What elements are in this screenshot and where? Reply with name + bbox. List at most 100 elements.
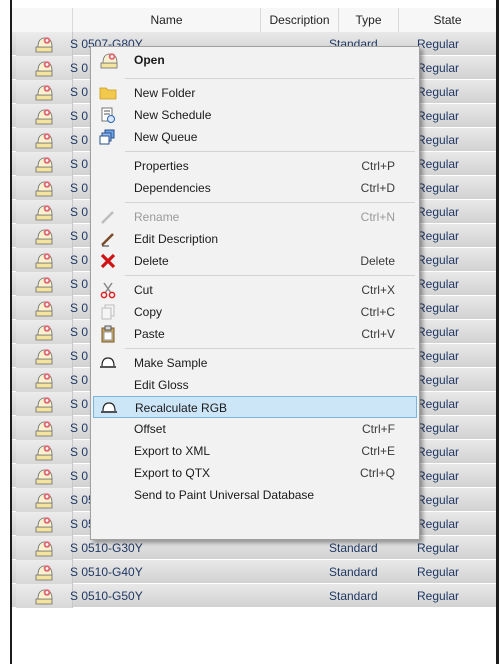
row-name: S 0 <box>70 109 89 123</box>
menu-item-export-to-xml[interactable]: Export to XML Ctrl+E <box>93 440 417 462</box>
row-state: Regular <box>417 493 460 507</box>
menu-item-copy[interactable]: Copy Ctrl+C <box>93 301 417 323</box>
row-icon-cell <box>16 392 73 416</box>
row-state: Regular <box>417 277 460 291</box>
table-row[interactable]: S 0510-G40Y Standard Regular <box>12 560 496 584</box>
menu-item-dependencies[interactable]: Dependencies Ctrl+D <box>93 177 417 199</box>
menu-item-label: Copy <box>134 305 163 319</box>
paste-icon <box>99 325 117 343</box>
menu-item-new-queue[interactable]: New Queue <box>93 126 417 148</box>
menu-item-label: Dependencies <box>134 181 211 195</box>
row-state: Regular <box>417 61 460 75</box>
color-sample-icon <box>35 541 53 557</box>
row-icon-cell <box>16 248 73 272</box>
menu-item-label: Offset <box>134 422 166 436</box>
header-state[interactable]: State <box>398 8 496 32</box>
header-name[interactable]: Name <box>72 8 260 32</box>
header-type[interactable]: Type <box>338 8 398 32</box>
row-name: S 0510-G40Y <box>70 565 143 579</box>
menu-item-label: Export to QTX <box>134 466 211 480</box>
row-icon-cell <box>16 464 73 488</box>
color-sample-icon <box>35 133 53 149</box>
menu-separator <box>125 151 415 152</box>
header-description[interactable]: Description <box>260 8 338 32</box>
color-sample-icon <box>35 85 53 101</box>
header-icon-column[interactable] <box>16 8 72 32</box>
row-state: Regular <box>417 589 460 603</box>
table-header: Name Description Type State <box>12 8 496 33</box>
menu-item-delete[interactable]: Delete Delete <box>93 250 417 272</box>
menu-item-shortcut: Ctrl+Q <box>359 466 395 480</box>
menu-item-new-schedule[interactable]: New Schedule <box>93 104 417 126</box>
menu-separator <box>125 348 415 349</box>
queue-icon <box>99 128 117 146</box>
menu-item-rename[interactable]: Rename Ctrl+N <box>93 206 417 228</box>
row-icon-cell <box>16 344 73 368</box>
row-state: Regular <box>417 205 460 219</box>
pencil-gray-icon <box>99 208 117 226</box>
color-sample-icon <box>35 301 53 317</box>
row-state: Regular <box>417 181 460 195</box>
menu-item-label: Paste <box>134 327 165 341</box>
menu-item-export-to-qtx[interactable]: Export to QTX Ctrl+Q <box>93 462 417 484</box>
row-state: Regular <box>417 109 460 123</box>
menu-item-make-sample[interactable]: Make Sample <box>93 352 417 374</box>
menu-item-cut[interactable]: Cut Ctrl+X <box>93 279 417 301</box>
row-icon-cell <box>16 176 73 200</box>
color-sample-icon <box>35 493 53 509</box>
menu-separator <box>125 202 415 203</box>
row-state: Regular <box>417 565 460 579</box>
color-sample-icon <box>35 421 53 437</box>
menu-item-recalculate-rgb[interactable]: Recalculate RGB <box>93 396 417 418</box>
color-sample-icon <box>35 109 53 125</box>
menu-item-edit-description[interactable]: Edit Description <box>93 228 417 250</box>
row-state: Regular <box>417 301 460 315</box>
menu-item-new-folder[interactable]: New Folder <box>93 82 417 104</box>
menu-item-label: Export to XML <box>134 444 211 458</box>
menu-item-properties[interactable]: Properties Ctrl+P <box>93 155 417 177</box>
color-sample-icon <box>35 157 53 173</box>
row-icon-cell <box>16 416 73 440</box>
menu-item-edit-gloss[interactable]: Edit Gloss <box>93 374 417 396</box>
row-state: Regular <box>417 157 460 171</box>
row-icon-cell <box>16 56 73 80</box>
delete-x-icon <box>99 252 117 270</box>
menu-item-shortcut: Ctrl+V <box>361 327 395 341</box>
menu-item-shortcut: Ctrl+N <box>360 210 395 224</box>
row-icon-cell <box>16 224 73 248</box>
menu-separator <box>125 275 415 276</box>
menu-item-open[interactable]: Open <box>93 49 417 71</box>
row-name: S 0 <box>70 349 89 363</box>
color-sample-icon <box>35 205 53 221</box>
row-state: Regular <box>417 445 460 459</box>
copy-icon <box>99 303 117 321</box>
row-state: Regular <box>417 349 460 363</box>
menu-item-shortcut: Ctrl+P <box>361 159 395 173</box>
color-sample-icon <box>35 589 53 605</box>
application-window: Name Description Type State S 0507-G80Y S… <box>0 0 499 664</box>
table-row[interactable]: S 0510-G50Y Standard Regular <box>12 584 496 608</box>
color-sample-icon <box>35 37 53 53</box>
menu-item-offset[interactable]: Offset Ctrl+F <box>93 418 417 440</box>
menu-item-send-to-paint-universal-database[interactable]: Send to Paint Universal Database <box>93 484 417 506</box>
menu-item-paste[interactable]: Paste Ctrl+V <box>93 323 417 345</box>
row-name: S 0 <box>70 229 89 243</box>
pencil-icon <box>99 230 117 248</box>
menu-item-shortcut: Ctrl+E <box>361 444 395 458</box>
menu-item-label: Recalculate RGB <box>135 401 228 415</box>
row-icon-cell <box>16 512 73 536</box>
menu-item-label: Make Sample <box>134 356 208 370</box>
menu-item-label: Rename <box>134 210 180 224</box>
row-type: Standard <box>329 589 378 603</box>
row-state: Regular <box>417 133 460 147</box>
row-icon-cell <box>16 200 73 224</box>
color-sample-icon <box>35 253 53 269</box>
row-name: S 0 <box>70 301 89 315</box>
color-sample-icon <box>35 517 53 533</box>
row-icon-cell <box>16 296 73 320</box>
row-name: S 0 <box>70 205 89 219</box>
menu-item-label: Delete <box>134 254 169 268</box>
schedule-icon <box>99 106 117 124</box>
row-state: Regular <box>417 421 460 435</box>
row-state: Regular <box>417 37 460 51</box>
